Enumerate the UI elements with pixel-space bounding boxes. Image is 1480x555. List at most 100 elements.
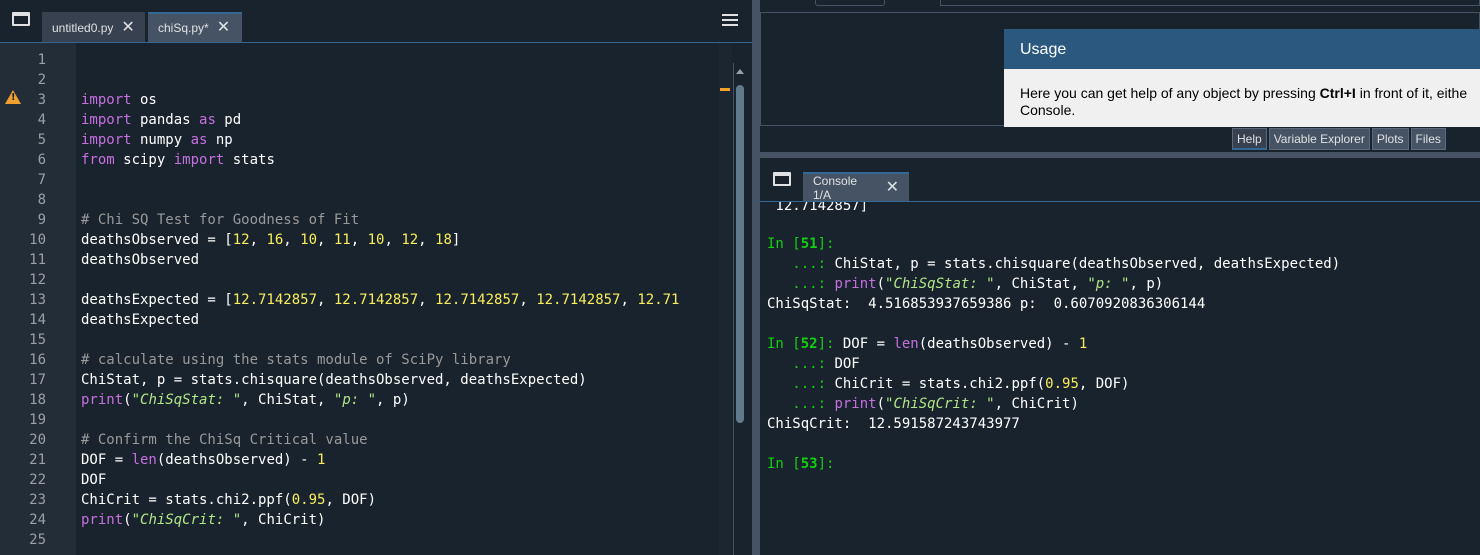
code-line: print("ChiSqCrit: ", ChiCrit) bbox=[81, 510, 325, 530]
line-number: 7 bbox=[37, 172, 46, 188]
number: 12 bbox=[401, 232, 419, 248]
code-text: ChiCrit = stats.chi2.ppf( bbox=[81, 492, 292, 508]
console-prompt-line: In [51]: bbox=[767, 234, 834, 254]
continuation-prompt: ...: bbox=[767, 396, 835, 412]
usage-panel: Usage Here you can get help of any objec… bbox=[1004, 29, 1480, 127]
line-number: 22 bbox=[29, 472, 46, 488]
line-number: 1 bbox=[37, 52, 46, 68]
code-text: stats bbox=[224, 152, 275, 168]
number: 10 bbox=[367, 232, 385, 248]
line-number: 8 bbox=[37, 192, 46, 208]
code-text: ChiCrit = stats.chi2.ppf( bbox=[834, 376, 1046, 392]
tab-help[interactable]: Help bbox=[1232, 128, 1267, 150]
prompt-number: 52 bbox=[800, 336, 818, 352]
console-prompt-line[interactable]: In [53]: bbox=[767, 454, 834, 474]
builtin-function: print bbox=[834, 396, 877, 412]
pane-options-icon[interactable] bbox=[773, 172, 791, 186]
code-text: , ChiStat, bbox=[241, 392, 334, 408]
tab-variable-explorer[interactable]: Variable Explorer bbox=[1268, 128, 1370, 150]
help-tabs: Help Variable Explorer Plots Files bbox=[1232, 128, 1448, 150]
usage-text: Here you can get help of any object by p… bbox=[1004, 69, 1480, 119]
code-line: ChiCrit = stats.chi2.ppf(0.95, DOF) bbox=[81, 490, 376, 510]
number: 12.7142857 bbox=[232, 292, 318, 308]
tab-plots[interactable]: Plots bbox=[1371, 128, 1409, 150]
tab-files[interactable]: Files bbox=[1410, 128, 1446, 150]
keyword: import bbox=[81, 132, 132, 148]
usage-title: Usage bbox=[1004, 29, 1480, 69]
builtin-function: len bbox=[131, 452, 157, 468]
scrollbar-thumb[interactable] bbox=[736, 85, 744, 423]
prompt: In [ bbox=[767, 456, 801, 472]
scroll-up-icon[interactable] bbox=[736, 69, 744, 74]
line-number: 24 bbox=[29, 512, 46, 528]
tab-chisq[interactable]: chiSq.py* ✕ bbox=[148, 12, 242, 42]
line-number: 21 bbox=[29, 452, 46, 468]
code-overview-lane[interactable] bbox=[719, 43, 732, 555]
usage-text-part: Console. bbox=[1020, 102, 1076, 118]
code-text: , ChiCrit) bbox=[994, 396, 1079, 412]
code-text: pd bbox=[215, 112, 242, 128]
code-text: pandas bbox=[131, 112, 200, 128]
line-number: 2 bbox=[37, 72, 46, 88]
code-line: deathsExpected = [12.7142857, 12.7142857… bbox=[81, 292, 680, 308]
code-text: ( bbox=[123, 392, 132, 408]
hamburger-menu-icon[interactable] bbox=[722, 14, 738, 26]
console-prompt-line: In [52]: DOF = len(deathsObserved) - 1 bbox=[767, 334, 1087, 354]
builtin-function: print bbox=[81, 392, 124, 408]
ipython-console[interactable]: 12.7142857] In [51]: ...: ChiStat, p = s… bbox=[760, 201, 1480, 555]
prompt: In [ bbox=[767, 336, 801, 352]
line-number: 12 bbox=[29, 272, 46, 288]
prompt: ]: bbox=[817, 336, 835, 352]
pane-options-icon[interactable] bbox=[12, 12, 30, 26]
number: 1 bbox=[317, 452, 326, 468]
usage-text-part: in front of it, eithe bbox=[1355, 85, 1468, 101]
code-line: deathsObserved bbox=[81, 252, 200, 268]
continuation-prompt: ...: bbox=[767, 256, 835, 272]
close-icon[interactable]: ✕ bbox=[217, 20, 230, 36]
code-comment: # calculate using the stats module of Sc… bbox=[81, 352, 511, 368]
number: 12.7142857 bbox=[536, 292, 621, 308]
line-number: 10 bbox=[29, 232, 46, 248]
line-number: 14 bbox=[29, 312, 46, 328]
code-line: deathsObserved = [12, 16, 10, 11, 10, 12… bbox=[81, 232, 461, 248]
prompt: ]: bbox=[817, 456, 835, 472]
source-combobox[interactable] bbox=[815, 0, 885, 6]
object-search-input[interactable] bbox=[940, 0, 1480, 6]
console-line: ...: print("ChiSqStat: ", ChiStat, "p: "… bbox=[767, 274, 1163, 294]
line-number: 23 bbox=[29, 492, 46, 508]
keyword: as bbox=[190, 132, 208, 148]
code-comment: # Confirm the ChiSq Critical value bbox=[81, 432, 368, 448]
console-line: ...: DOF bbox=[767, 354, 859, 374]
code-editor[interactable]: 1 2 3 4 5 6 7 8 9 10 11 12 13 14 15 16 1… bbox=[0, 42, 752, 555]
line-number-gutter: 1 2 3 4 5 6 7 8 9 10 11 12 13 14 15 16 1… bbox=[0, 43, 76, 555]
code-line: import os bbox=[81, 90, 157, 110]
string: "ChiSqStat: " bbox=[885, 276, 995, 292]
tab-label: untitled0.py bbox=[52, 21, 114, 35]
close-icon[interactable]: ✕ bbox=[886, 180, 899, 196]
prompt: In [ bbox=[767, 236, 801, 252]
continuation-prompt: ...: bbox=[767, 376, 835, 392]
code-text: deathsObserved = [ bbox=[81, 232, 233, 248]
code-text: , ChiCrit) bbox=[241, 512, 326, 528]
keyword: import bbox=[173, 152, 225, 168]
tab-console[interactable]: Console 1/A ✕ bbox=[803, 172, 909, 202]
code-text: ChiStat, p = stats.chisquare(deathsObser… bbox=[834, 256, 1341, 272]
code-area[interactable]: import os import pandas as pd import num… bbox=[81, 43, 721, 555]
code-line: import pandas as pd bbox=[81, 110, 241, 130]
prompt-number: 53 bbox=[800, 456, 818, 472]
editor-vertical-scrollbar[interactable] bbox=[733, 63, 745, 555]
number: 18 bbox=[435, 232, 452, 248]
line-number: 6 bbox=[37, 152, 46, 168]
line-number: 17 bbox=[29, 372, 46, 388]
code-comment: # Chi SQ Test for Goodness of Fit bbox=[81, 212, 360, 228]
vertical-splitter[interactable] bbox=[752, 0, 760, 555]
code-text: scipy bbox=[114, 152, 174, 168]
string: "ChiSqStat: " bbox=[131, 392, 242, 408]
code-text: (deathsObserved) - bbox=[156, 452, 318, 468]
close-icon[interactable]: ✕ bbox=[121, 20, 134, 36]
tab-untitled0[interactable]: untitled0.py ✕ bbox=[42, 12, 145, 42]
code-text: numpy bbox=[131, 132, 191, 148]
warning-marker[interactable] bbox=[720, 88, 730, 91]
warning-icon[interactable] bbox=[5, 90, 21, 104]
code-text: ] bbox=[451, 232, 461, 248]
